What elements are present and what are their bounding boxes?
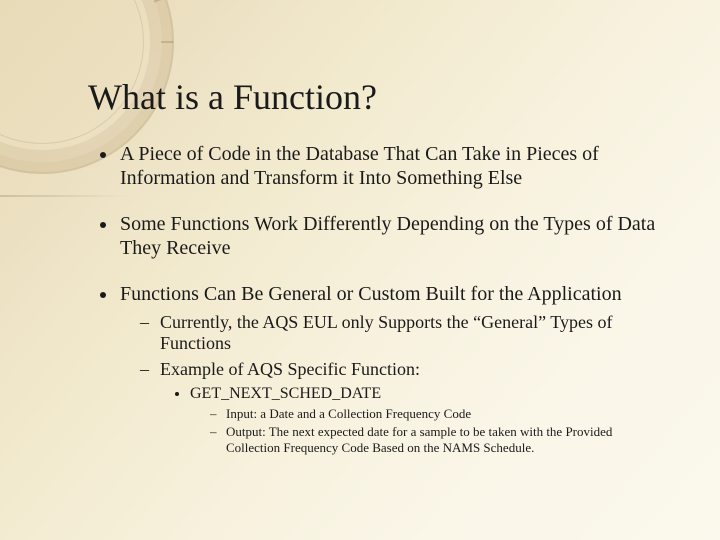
bullet-item: Some Functions Work Differently Dependin… bbox=[118, 212, 660, 260]
sub-bullet-text: Example of AQS Specific Function: bbox=[160, 359, 420, 379]
slide-title: What is a Function? bbox=[88, 78, 660, 118]
io-list: Input: a Date and a Collection Frequency… bbox=[190, 406, 660, 457]
bullet-item: Functions Can Be General or Custom Built… bbox=[118, 282, 660, 457]
bullet-item: A Piece of Code in the Database That Can… bbox=[118, 142, 660, 190]
function-name: GET_NEXT_SCHED_DATE bbox=[190, 385, 381, 402]
bullet-list: A Piece of Code in the Database That Can… bbox=[88, 142, 660, 457]
sub-sub-bullet-item: GET_NEXT_SCHED_DATE Input: a Date and a … bbox=[190, 384, 660, 456]
slide: What is a Function? A Piece of Code in t… bbox=[0, 0, 720, 540]
io-input: Input: a Date and a Collection Frequency… bbox=[214, 406, 660, 422]
sub-bullet-list: Currently, the AQS EUL only Supports the… bbox=[120, 312, 660, 457]
sub-bullet-item: Currently, the AQS EUL only Supports the… bbox=[146, 312, 660, 355]
io-output: Output: The next expected date for a sam… bbox=[214, 424, 660, 457]
sub-bullet-item: Example of AQS Specific Function: GET_NE… bbox=[146, 359, 660, 457]
sub-sub-bullet-list: GET_NEXT_SCHED_DATE Input: a Date and a … bbox=[160, 384, 660, 456]
bullet-text: Functions Can Be General or Custom Built… bbox=[120, 283, 622, 305]
